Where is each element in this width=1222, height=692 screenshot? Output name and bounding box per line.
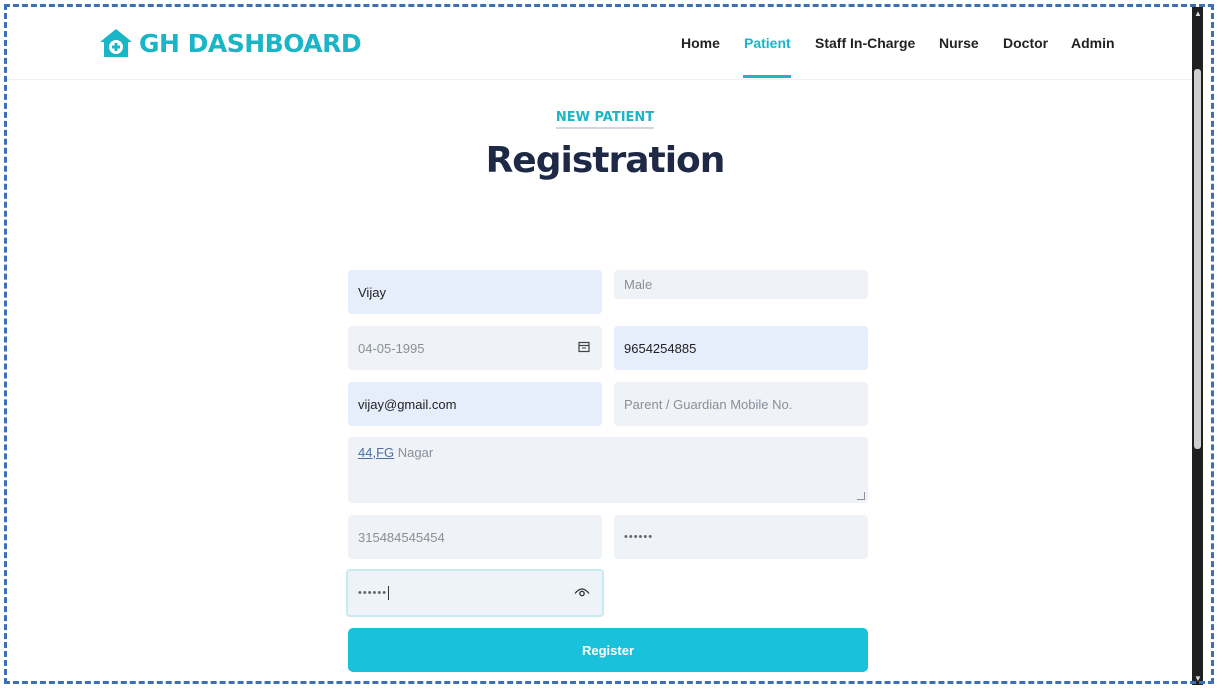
scrollbar-thumb[interactable] (1194, 69, 1201, 449)
nav-home[interactable]: Home (681, 35, 720, 51)
name-input[interactable]: Vijay (348, 270, 602, 314)
active-nav-indicator (743, 75, 791, 78)
eye-icon[interactable] (574, 586, 590, 601)
calendar-icon[interactable] (578, 341, 590, 356)
address-textarea[interactable]: 44,FG Nagar (348, 437, 868, 503)
browser-viewport: GH DASHBOARD Home Patient Staff In-Charg… (7, 7, 1203, 685)
confirm-password-value: •••••• (358, 587, 388, 599)
scroll-up-arrow-icon[interactable]: ▲ (1194, 9, 1202, 18)
mobile-value: 9654254885 (624, 340, 697, 356)
nav-admin[interactable]: Admin (1071, 35, 1115, 51)
aadhaar-input[interactable]: 315484545454 (348, 515, 602, 559)
register-button[interactable]: Register (348, 628, 868, 672)
name-value: Vijay (358, 284, 386, 300)
page-scrollbar[interactable]: ▲ ▼ (1192, 7, 1203, 685)
resize-handle-icon[interactable] (857, 492, 865, 500)
nav-staff-in-charge[interactable]: Staff In-Charge (815, 35, 915, 51)
page-title: Registration (485, 140, 726, 181)
guardian-mobile-input[interactable]: Parent / Guardian Mobile No. (614, 382, 868, 426)
nav-nurse[interactable]: Nurse (939, 35, 979, 51)
gender-select[interactable]: Male (614, 270, 868, 299)
top-navbar: GH DASHBOARD Home Patient Staff In-Charg… (7, 7, 1203, 80)
mobile-input[interactable]: 9654254885 (614, 326, 868, 370)
confirm-password-input[interactable]: •••••• (346, 569, 604, 617)
hospital-house-icon (100, 29, 132, 57)
nav-doctor[interactable]: Doctor (1003, 35, 1048, 51)
guardian-mobile-placeholder: Parent / Guardian Mobile No. (624, 396, 793, 412)
password-input[interactable]: •••••• (614, 515, 868, 559)
email-value: vijay@gmail.com (358, 396, 457, 412)
password-value: •••••• (624, 531, 654, 543)
nav-patient[interactable]: Patient (744, 35, 791, 51)
brand-logo[interactable]: GH DASHBOARD (99, 27, 362, 59)
email-input[interactable]: vijay@gmail.com (348, 382, 602, 426)
dob-value: 04-05-1995 (358, 340, 425, 356)
address-value: 44,FG Nagar (358, 445, 434, 460)
gender-placeholder: Male (624, 277, 653, 292)
text-caret (388, 586, 390, 600)
brand-name: GH DASHBOARD (139, 28, 362, 58)
dob-input[interactable]: 04-05-1995 (348, 326, 602, 370)
aadhaar-value: 315484545454 (358, 529, 445, 545)
page-subtitle: NEW PATIENT (7, 110, 1203, 129)
scroll-down-arrow-icon[interactable]: ▼ (1194, 674, 1202, 683)
